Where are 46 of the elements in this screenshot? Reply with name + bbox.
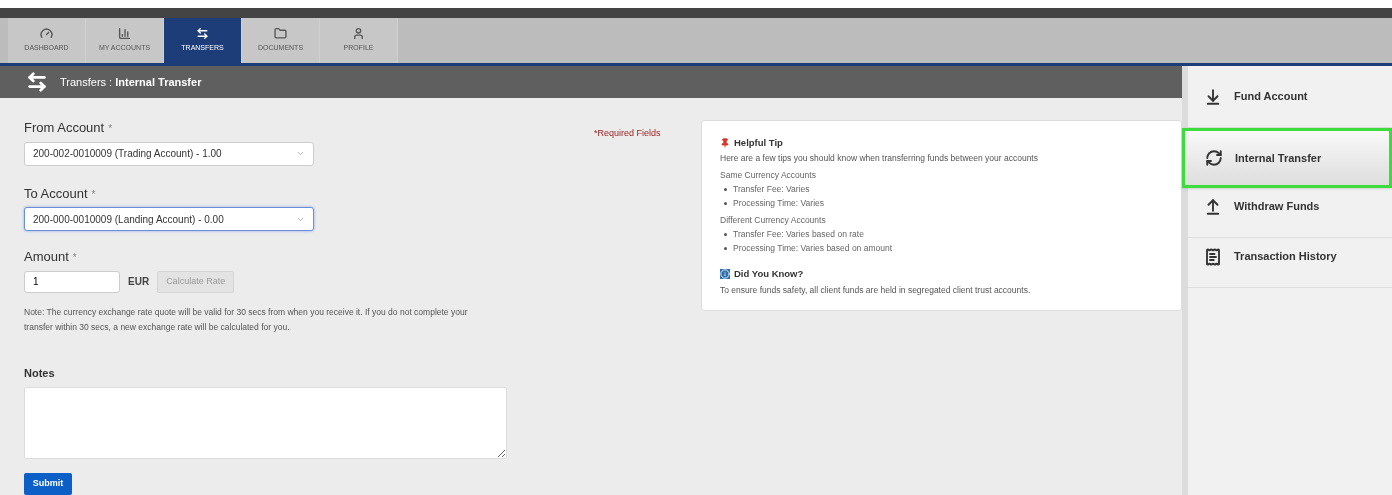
upload-icon bbox=[1204, 198, 1222, 216]
exchange-note: Note: The currency exchange rate quote will be valid for 30 secs from when you receive it. If you do not complete your transfer within 30 secs, a new exchange rate will be calculated for you. bbox=[24, 305, 469, 334]
required-mark: * bbox=[108, 122, 113, 136]
currency-label: EUR bbox=[128, 275, 150, 289]
field-label: From Account bbox=[24, 119, 105, 137]
sidebar-item[interactable]: Withdraw Funds bbox=[1188, 188, 1392, 238]
gauge-icon bbox=[40, 27, 53, 41]
info-icon bbox=[720, 269, 730, 279]
required-mark: * bbox=[72, 251, 77, 265]
bullet-icon bbox=[724, 232, 727, 236]
tip-item: Processing Time: Varies based on amount bbox=[733, 242, 893, 254]
account-select[interactable]: 200-000-0010009 (Landing Account) - 0.00 bbox=[24, 207, 314, 231]
required-mark: * bbox=[91, 187, 96, 202]
bullet-icon bbox=[724, 201, 727, 205]
user-icon bbox=[352, 27, 365, 41]
folder-icon bbox=[274, 27, 287, 41]
tip-item: Transfer Fee: Varies based on rate bbox=[733, 228, 864, 240]
tip-intro: Here are a few tips you should know when transferring funds between your accounts bbox=[720, 152, 1039, 164]
amount-input[interactable]: 1 bbox=[24, 270, 120, 293]
receipt-icon bbox=[1204, 248, 1222, 266]
download-icon bbox=[1204, 88, 1222, 106]
account-select[interactable]: 200-002-0010009 (Trading Account) - 1.00 bbox=[24, 141, 314, 166]
tip-title: Helpful Tip bbox=[734, 137, 783, 149]
tip-group-heading: Different Currency Accounts bbox=[720, 214, 827, 226]
sidebar-item[interactable]: Transaction History bbox=[1188, 238, 1392, 288]
submit-button[interactable]: Submit bbox=[24, 473, 72, 495]
page-title: Transfers : Internal Transfer bbox=[60, 74, 202, 90]
field-label: To Account bbox=[24, 184, 88, 203]
tip-item: Transfer Fee: Varies bbox=[733, 183, 810, 195]
notes-label: Notes bbox=[24, 365, 56, 381]
tip-item: Processing Time: Varies bbox=[733, 197, 824, 209]
field-label: Amount bbox=[24, 248, 69, 266]
sidebar-item[interactable]: Internal Transfer bbox=[1182, 128, 1392, 188]
arrows-icon bbox=[196, 27, 209, 41]
bullet-icon bbox=[724, 187, 727, 191]
tip-group-heading: Same Currency Accounts bbox=[720, 169, 817, 181]
pin-icon bbox=[720, 138, 730, 148]
know-title: Did You Know? bbox=[734, 268, 804, 280]
arrows-icon bbox=[26, 71, 48, 93]
bar-chart-icon bbox=[118, 27, 131, 41]
notes-field[interactable] bbox=[24, 387, 507, 459]
bullet-icon bbox=[724, 246, 727, 250]
know-text: To ensure funds safety, all client funds are held in segregated client trust accounts. bbox=[720, 284, 1032, 296]
refresh-icon bbox=[1205, 149, 1223, 167]
dropdown-caret-icon bbox=[296, 149, 305, 158]
required-fields-note: *Required Fields bbox=[594, 128, 661, 138]
